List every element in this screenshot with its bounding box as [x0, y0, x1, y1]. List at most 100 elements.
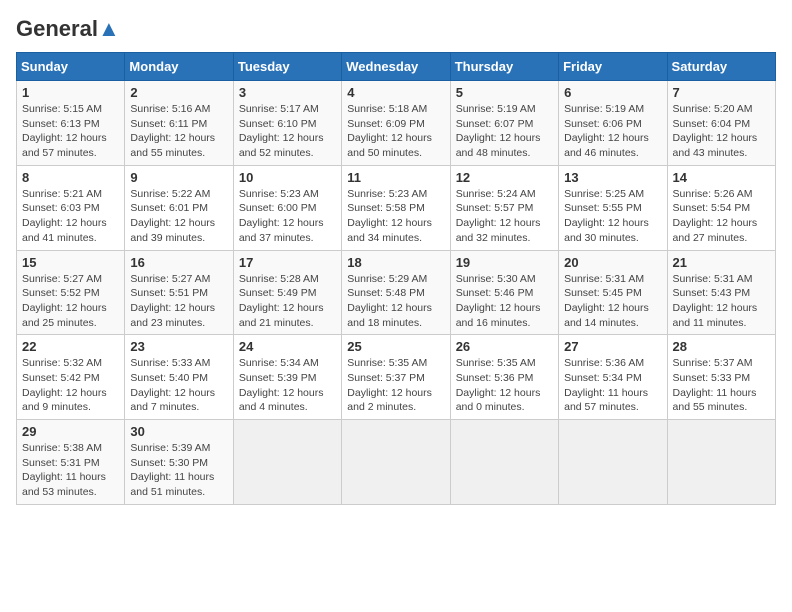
calendar-cell: 20 Sunrise: 5:31 AM Sunset: 5:45 PM Dayli… — [559, 250, 667, 335]
day-info: Sunrise: 5:32 AM Sunset: 5:42 PM Dayligh… — [22, 356, 119, 415]
calendar-cell: 28Sunrise: 5:37 AM Sunset: 5:33 PM Dayli… — [667, 335, 775, 420]
day-info: Sunrise: 5:28 AM Sunset: 5:49 PM Dayligh… — [239, 272, 336, 331]
calendar-cell: 26Sunrise: 5:35 AM Sunset: 5:36 PM Dayli… — [450, 335, 558, 420]
day-info: Sunrise: 5:20 AM Sunset: 6:04 PM Dayligh… — [673, 102, 770, 161]
calendar-cell: 1 Sunrise: 5:15 AM Sunset: 6:13 PM Daylig… — [17, 81, 125, 166]
day-number: 14 — [673, 170, 770, 185]
day-info: Sunrise: 5:23 AM Sunset: 5:58 PM Dayligh… — [347, 187, 444, 246]
calendar-cell: 16 Sunrise: 5:27 AM Sunset: 5:51 PM Dayli… — [125, 250, 233, 335]
day-number: 16 — [130, 255, 227, 270]
calendar-cell: 3Sunrise: 5:17 AM Sunset: 6:10 PM Daylig… — [233, 81, 341, 166]
calendar-cell — [233, 420, 341, 505]
logo-text: General▲ — [16, 16, 120, 42]
day-number: 24 — [239, 339, 336, 354]
calendar-cell: 23 Sunrise: 5:33 AM Sunset: 5:40 PM Dayli… — [125, 335, 233, 420]
day-info: Sunrise: 5:25 AM Sunset: 5:55 PM Dayligh… — [564, 187, 661, 246]
day-number: 17 — [239, 255, 336, 270]
day-number: 7 — [673, 85, 770, 100]
calendar-cell: 12 Sunrise: 5:24 AM Sunset: 5:57 PM Dayli… — [450, 165, 558, 250]
calendar-cell: 15 Sunrise: 5:27 AM Sunset: 5:52 PM Dayli… — [17, 250, 125, 335]
header-sunday: Sunday — [17, 53, 125, 81]
day-info: Sunrise: 5:29 AM Sunset: 5:48 PM Dayligh… — [347, 272, 444, 331]
calendar-cell: 7 Sunrise: 5:20 AM Sunset: 6:04 PM Daylig… — [667, 81, 775, 166]
day-info: Sunrise: 5:39 AM Sunset: 5:30 PM Dayligh… — [130, 441, 227, 500]
day-number: 4 — [347, 85, 444, 100]
calendar-cell: 27 Sunrise: 5:36 AM Sunset: 5:34 PM Dayli… — [559, 335, 667, 420]
day-number: 5 — [456, 85, 553, 100]
day-number: 27 — [564, 339, 661, 354]
calendar-cell: 13Sunrise: 5:25 AM Sunset: 5:55 PM Dayli… — [559, 165, 667, 250]
calendar-cell: 9 Sunrise: 5:22 AM Sunset: 6:01 PM Daylig… — [125, 165, 233, 250]
calendar-cell — [667, 420, 775, 505]
header-wednesday: Wednesday — [342, 53, 450, 81]
day-info: Sunrise: 5:27 AM Sunset: 5:51 PM Dayligh… — [130, 272, 227, 331]
calendar-week-row: 1 Sunrise: 5:15 AM Sunset: 6:13 PM Daylig… — [17, 81, 776, 166]
calendar-cell: 11 Sunrise: 5:23 AM Sunset: 5:58 PM Dayli… — [342, 165, 450, 250]
calendar-cell: 29 Sunrise: 5:38 AM Sunset: 5:31 PM Dayli… — [17, 420, 125, 505]
day-info: Sunrise: 5:18 AM Sunset: 6:09 PM Dayligh… — [347, 102, 444, 161]
day-number: 25 — [347, 339, 444, 354]
calendar-cell: 2Sunrise: 5:16 AM Sunset: 6:11 PM Daylig… — [125, 81, 233, 166]
calendar-week-row: 8 Sunrise: 5:21 AM Sunset: 6:03 PM Daylig… — [17, 165, 776, 250]
header-saturday: Saturday — [667, 53, 775, 81]
day-number: 15 — [22, 255, 119, 270]
calendar-cell: 6 Sunrise: 5:19 AM Sunset: 6:06 PM Daylig… — [559, 81, 667, 166]
calendar-cell: 30 Sunrise: 5:39 AM Sunset: 5:30 PM Dayli… — [125, 420, 233, 505]
day-info: Sunrise: 5:15 AM Sunset: 6:13 PM Dayligh… — [22, 102, 119, 161]
calendar-cell: 14 Sunrise: 5:26 AM Sunset: 5:54 PM Dayli… — [667, 165, 775, 250]
day-info: Sunrise: 5:21 AM Sunset: 6:03 PM Dayligh… — [22, 187, 119, 246]
day-number: 8 — [22, 170, 119, 185]
day-number: 19 — [456, 255, 553, 270]
header-tuesday: Tuesday — [233, 53, 341, 81]
day-info: Sunrise: 5:31 AM Sunset: 5:45 PM Dayligh… — [564, 272, 661, 331]
calendar-cell: 22 Sunrise: 5:32 AM Sunset: 5:42 PM Dayli… — [17, 335, 125, 420]
calendar-cell — [450, 420, 558, 505]
day-info: Sunrise: 5:33 AM Sunset: 5:40 PM Dayligh… — [130, 356, 227, 415]
calendar-cell: 10Sunrise: 5:23 AM Sunset: 6:00 PM Dayli… — [233, 165, 341, 250]
day-info: Sunrise: 5:35 AM Sunset: 5:37 PM Dayligh… — [347, 356, 444, 415]
day-number: 22 — [22, 339, 119, 354]
day-info: Sunrise: 5:36 AM Sunset: 5:34 PM Dayligh… — [564, 356, 661, 415]
calendar-cell — [559, 420, 667, 505]
day-info: Sunrise: 5:24 AM Sunset: 5:57 PM Dayligh… — [456, 187, 553, 246]
day-number: 9 — [130, 170, 227, 185]
day-info: Sunrise: 5:31 AM Sunset: 5:43 PM Dayligh… — [673, 272, 770, 331]
day-info: Sunrise: 5:19 AM Sunset: 6:07 PM Dayligh… — [456, 102, 553, 161]
calendar-week-row: 15 Sunrise: 5:27 AM Sunset: 5:52 PM Dayli… — [17, 250, 776, 335]
day-info: Sunrise: 5:17 AM Sunset: 6:10 PM Dayligh… — [239, 102, 336, 161]
calendar-cell: 21 Sunrise: 5:31 AM Sunset: 5:43 PM Dayli… — [667, 250, 775, 335]
calendar-cell: 17 Sunrise: 5:28 AM Sunset: 5:49 PM Dayli… — [233, 250, 341, 335]
header-thursday: Thursday — [450, 53, 558, 81]
day-number: 29 — [22, 424, 119, 439]
day-info: Sunrise: 5:22 AM Sunset: 6:01 PM Dayligh… — [130, 187, 227, 246]
day-number: 11 — [347, 170, 444, 185]
day-info: Sunrise: 5:26 AM Sunset: 5:54 PM Dayligh… — [673, 187, 770, 246]
day-info: Sunrise: 5:35 AM Sunset: 5:36 PM Dayligh… — [456, 356, 553, 415]
calendar-body: 1 Sunrise: 5:15 AM Sunset: 6:13 PM Daylig… — [17, 81, 776, 505]
day-info: Sunrise: 5:19 AM Sunset: 6:06 PM Dayligh… — [564, 102, 661, 161]
logo: General▲ — [16, 16, 120, 42]
day-number: 6 — [564, 85, 661, 100]
day-number: 10 — [239, 170, 336, 185]
header-friday: Friday — [559, 53, 667, 81]
day-number: 21 — [673, 255, 770, 270]
day-number: 18 — [347, 255, 444, 270]
calendar-cell: 19 Sunrise: 5:30 AM Sunset: 5:46 PM Dayli… — [450, 250, 558, 335]
day-info: Sunrise: 5:38 AM Sunset: 5:31 PM Dayligh… — [22, 441, 119, 500]
calendar-cell: 4 Sunrise: 5:18 AM Sunset: 6:09 PM Daylig… — [342, 81, 450, 166]
day-info: Sunrise: 5:30 AM Sunset: 5:46 PM Dayligh… — [456, 272, 553, 331]
calendar-week-row: 22 Sunrise: 5:32 AM Sunset: 5:42 PM Dayli… — [17, 335, 776, 420]
day-info: Sunrise: 5:27 AM Sunset: 5:52 PM Dayligh… — [22, 272, 119, 331]
day-info: Sunrise: 5:34 AM Sunset: 5:39 PM Dayligh… — [239, 356, 336, 415]
day-number: 1 — [22, 85, 119, 100]
day-number: 2 — [130, 85, 227, 100]
day-number: 23 — [130, 339, 227, 354]
page-header: General▲ — [16, 16, 776, 42]
day-number: 20 — [564, 255, 661, 270]
day-info: Sunrise: 5:37 AM Sunset: 5:33 PM Dayligh… — [673, 356, 770, 415]
calendar-cell: 18 Sunrise: 5:29 AM Sunset: 5:48 PM Dayli… — [342, 250, 450, 335]
calendar-cell: 24 Sunrise: 5:34 AM Sunset: 5:39 PM Dayli… — [233, 335, 341, 420]
day-number: 12 — [456, 170, 553, 185]
day-number: 30 — [130, 424, 227, 439]
calendar-cell — [342, 420, 450, 505]
